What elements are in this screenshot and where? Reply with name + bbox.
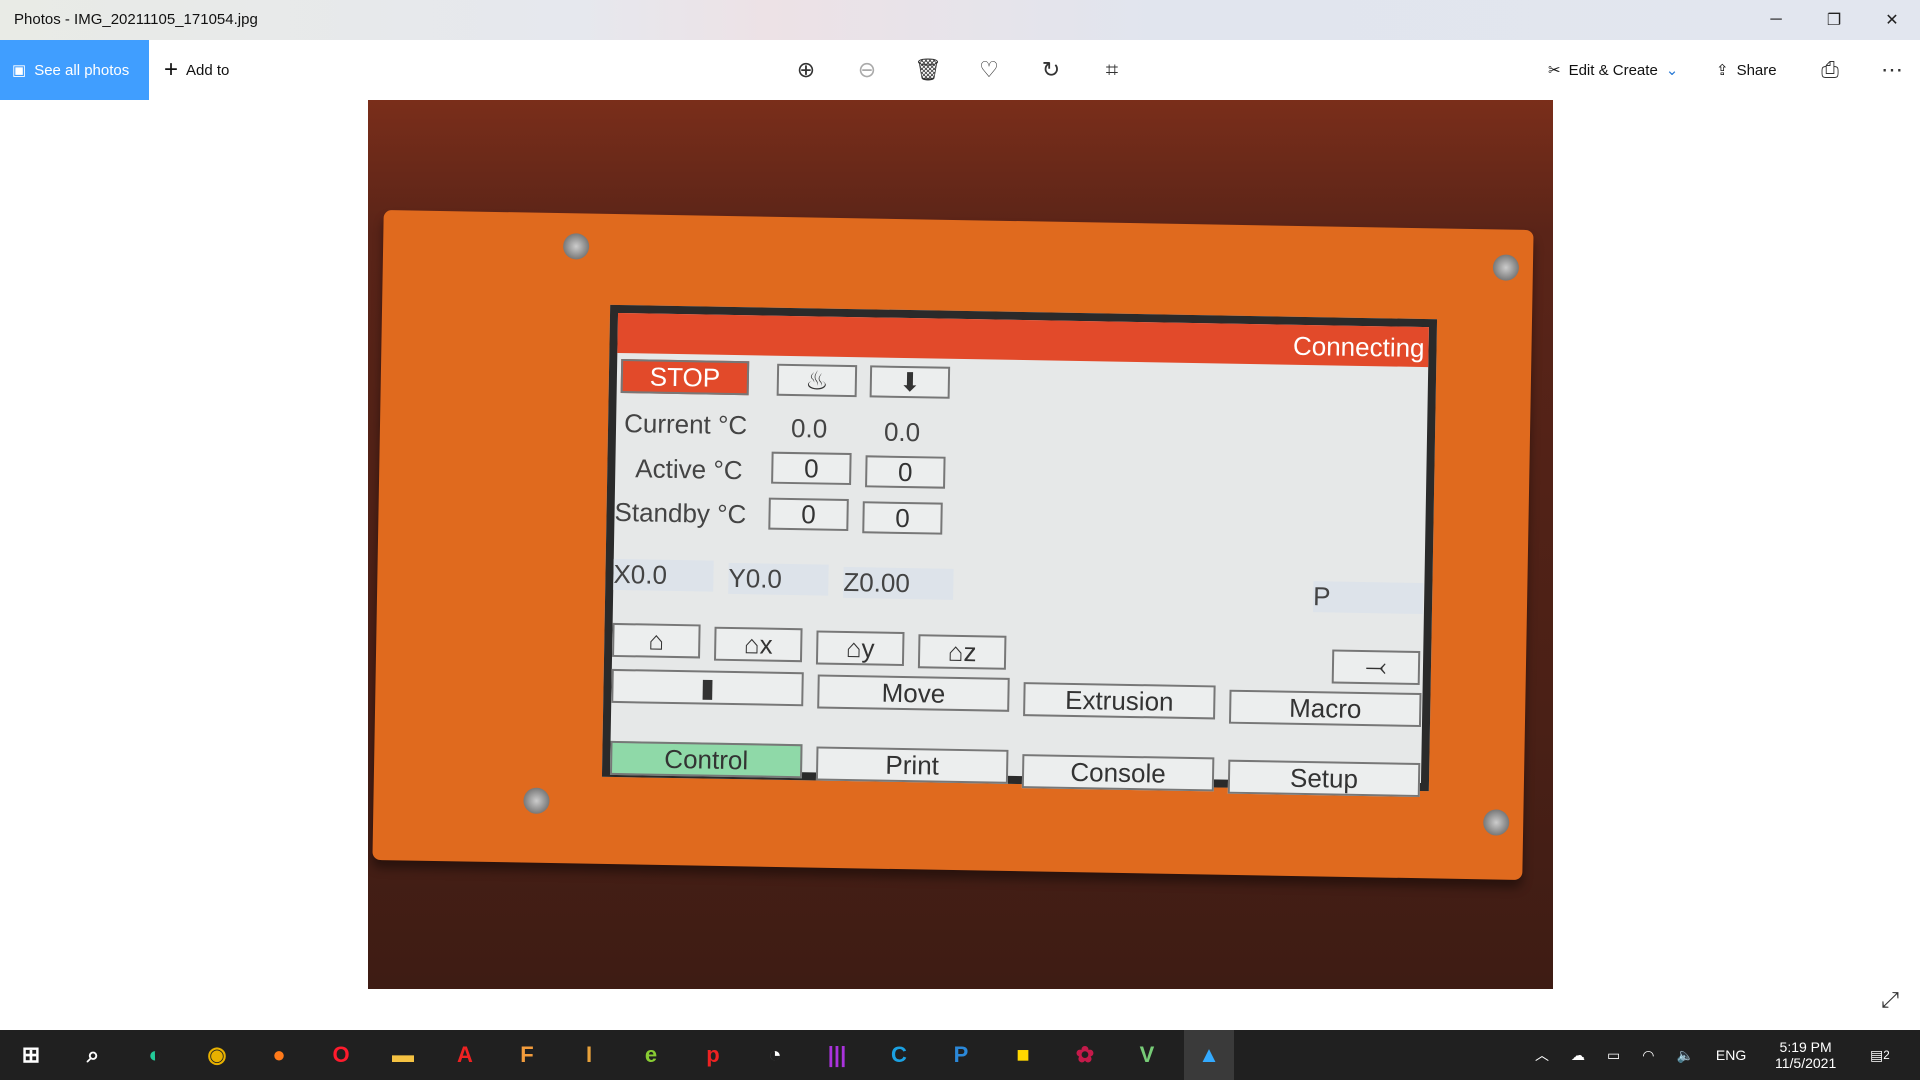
z-position: Z0.00 bbox=[843, 566, 954, 600]
inventor-icon[interactable]: I bbox=[564, 1030, 614, 1080]
standby-label: Standby °C bbox=[614, 496, 747, 530]
screw bbox=[523, 787, 550, 814]
home-z-icon[interactable]: ⌂z bbox=[917, 634, 1007, 670]
tool-1-icon[interactable]: ⬇ bbox=[869, 365, 951, 399]
delete-icon[interactable]: 🗑 bbox=[908, 40, 948, 100]
home-x-icon[interactable]: ⌂x bbox=[713, 626, 803, 663]
tab-print[interactable]: Print bbox=[815, 746, 1009, 784]
move-button[interactable]: Move bbox=[817, 674, 1010, 712]
clock[interactable]: 5:19 PM 11/5/2021 bbox=[1775, 1030, 1836, 1080]
file-explorer-icon[interactable]: ▬ bbox=[378, 1030, 428, 1080]
raspberry-pi-icon[interactable]: ✿ bbox=[1060, 1030, 1110, 1080]
screw bbox=[562, 233, 590, 260]
minimize-button[interactable]: ─ bbox=[1748, 0, 1804, 40]
current-bed-temp: 0.0 bbox=[790, 412, 828, 444]
photo: Connecting STOP ♨ ⬇ Current °C 0.0 0.0 A… bbox=[368, 100, 1553, 989]
photos-icon: ▣ bbox=[12, 62, 27, 79]
screw bbox=[1492, 254, 1520, 281]
home-all-icon[interactable]: ⌂ bbox=[612, 622, 701, 659]
app-v-icon[interactable]: V bbox=[1122, 1030, 1172, 1080]
onedrive-icon[interactable]: ☁ bbox=[1571, 1047, 1585, 1064]
p-value: P bbox=[1312, 581, 1424, 615]
lcd-screen: Connecting STOP ♨ ⬇ Current °C 0.0 0.0 A… bbox=[601, 304, 1438, 798]
start-icon[interactable]: ⊞ bbox=[6, 1030, 56, 1080]
sd-card-icon[interactable]: ▮ bbox=[611, 668, 804, 707]
app-p-icon[interactable]: p bbox=[688, 1030, 738, 1080]
search-icon[interactable]: ⌕ bbox=[68, 1030, 118, 1080]
tab-setup[interactable]: Setup bbox=[1227, 759, 1421, 798]
more-icon[interactable]: ⋯ bbox=[1872, 40, 1912, 100]
heart-icon[interactable]: ♡ bbox=[969, 40, 1009, 100]
crop-icon[interactable]: ⌗ bbox=[1092, 40, 1132, 100]
chrome-icon[interactable]: ◉ bbox=[192, 1030, 242, 1080]
screw bbox=[1483, 809, 1510, 836]
extrusion-button[interactable]: Extrusion bbox=[1023, 682, 1216, 720]
chevron-down-icon: ⌄ bbox=[1665, 62, 1679, 79]
firefox-icon[interactable]: ● bbox=[254, 1030, 304, 1080]
opera-icon[interactable]: O bbox=[316, 1030, 366, 1080]
taskbar: ︿ ☁ ▭ ◠ 🔈 ENG 5:19 PM 11/5/2021 ▤ 2 ⊞ ⌕ ◐ ◉ ● O… bbox=[0, 1030, 1920, 1080]
plus-icon: + bbox=[164, 56, 179, 83]
photos-icon[interactable]: ▲ bbox=[1184, 1030, 1234, 1080]
sticky-notes-icon[interactable]: ■ bbox=[998, 1030, 1048, 1080]
home-y-icon[interactable]: ⌂y bbox=[815, 630, 905, 667]
zoom-out-icon[interactable]: ⊖ bbox=[847, 40, 887, 100]
tab-control[interactable]: Control bbox=[609, 740, 803, 779]
standby-tool-input[interactable]: 0 bbox=[862, 501, 943, 535]
macro-button[interactable]: Macro bbox=[1228, 689, 1422, 728]
edit-create-button[interactable]: ✂ Edit & Create ⌄ bbox=[1548, 40, 1678, 100]
share-icon: ⇪ bbox=[1716, 62, 1729, 79]
volume-icon[interactable]: 🔈 bbox=[1676, 1047, 1693, 1064]
status-header: Connecting bbox=[617, 312, 1429, 368]
app-c-icon[interactable]: C bbox=[874, 1030, 924, 1080]
chevron-up-icon[interactable]: ︿ bbox=[1535, 1045, 1549, 1065]
bed-heater-icon[interactable]: ♨ bbox=[776, 363, 858, 398]
active-tool-input[interactable]: 0 bbox=[865, 455, 946, 489]
notifications-icon[interactable]: ▤ 2 bbox=[1870, 1030, 1890, 1080]
standby-bed-input[interactable]: 0 bbox=[768, 497, 849, 532]
edge-icon[interactable]: ◐ bbox=[130, 1030, 180, 1080]
see-all-photos-button[interactable]: ▣ See all photos bbox=[0, 40, 149, 100]
wifi-icon[interactable]: ◠ bbox=[1642, 1047, 1654, 1064]
print-icon[interactable]: ⎙ bbox=[1810, 40, 1850, 100]
language-indicator[interactable]: ENG bbox=[1716, 1047, 1746, 1063]
active-bed-input[interactable]: 0 bbox=[771, 451, 852, 486]
window-title: Photos - IMG_20211105_171054.jpg bbox=[14, 11, 258, 28]
app-circle-icon[interactable]: ◔ bbox=[750, 1030, 800, 1080]
acrobat-icon[interactable]: A bbox=[440, 1030, 490, 1080]
bed-compensation-icon[interactable]: ⤙ bbox=[1331, 649, 1421, 686]
title-bar: Photos - IMG_20211105_171054.jpg ─ ❐ ✕ bbox=[0, 0, 1920, 40]
zoom-in-icon[interactable]: ⊕ bbox=[786, 40, 826, 100]
eagle-icon[interactable]: e bbox=[626, 1030, 676, 1080]
y-position: Y0.0 bbox=[728, 562, 829, 596]
stop-button[interactable]: STOP bbox=[620, 359, 750, 396]
current-tool-temp: 0.0 bbox=[883, 416, 921, 448]
add-to-button[interactable]: + Add to bbox=[164, 40, 229, 100]
close-button[interactable]: ✕ bbox=[1864, 0, 1920, 40]
fusion-icon[interactable]: F bbox=[502, 1030, 552, 1080]
active-label: Active °C bbox=[635, 453, 743, 486]
rotate-icon[interactable]: ↻ bbox=[1031, 40, 1071, 100]
app-bars-icon[interactable]: ||| bbox=[812, 1030, 862, 1080]
toolbar: ▣ See all photos + Add to ⊕ ⊖ 🗑 ♡ ↻ ⌗ ✂ Edi… bbox=[0, 40, 1920, 100]
battery-icon[interactable]: ▭ bbox=[1607, 1047, 1620, 1064]
fullscreen-icon[interactable]: ⤢ bbox=[1870, 980, 1910, 1020]
share-button[interactable]: ⇪ Share bbox=[1716, 40, 1777, 100]
app-p-blue-icon[interactable]: P bbox=[936, 1030, 986, 1080]
maximize-button[interactable]: ❐ bbox=[1806, 0, 1862, 40]
x-position: X0.0 bbox=[613, 558, 714, 592]
current-label: Current °C bbox=[623, 408, 748, 441]
edit-icon: ✂ bbox=[1548, 62, 1561, 79]
tab-console[interactable]: Console bbox=[1021, 754, 1215, 792]
